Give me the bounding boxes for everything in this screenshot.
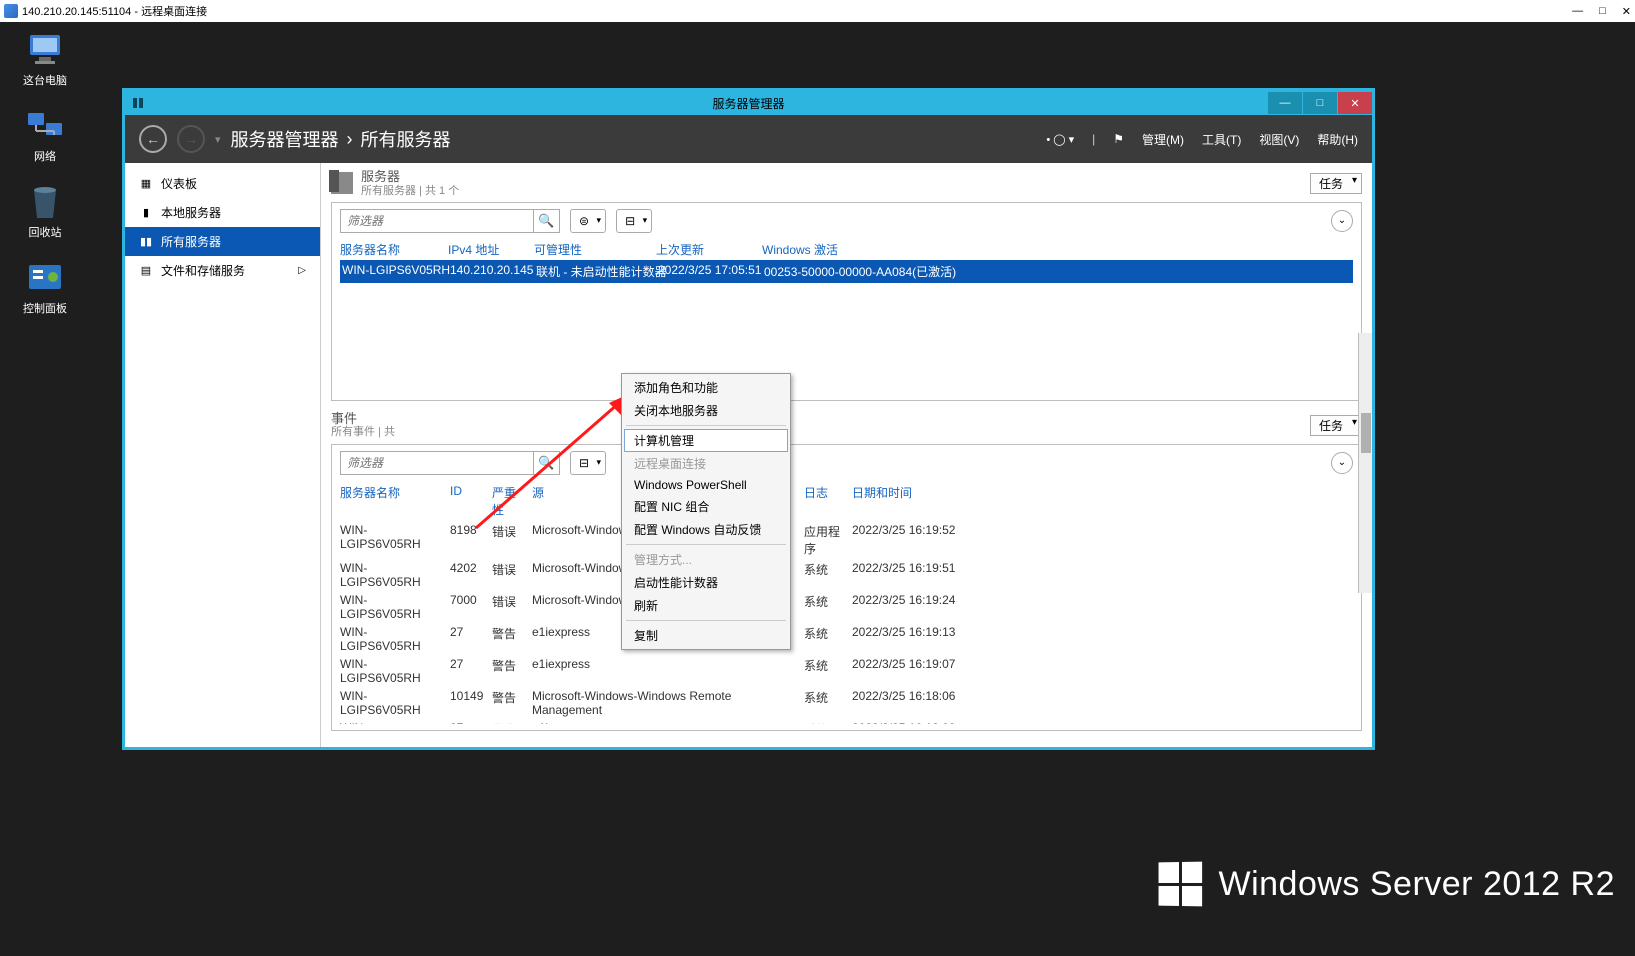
sm-maximize-button[interactable]: □ xyxy=(1303,92,1337,114)
breadcrumb-leaf[interactable]: 所有服务器 xyxy=(361,126,451,152)
cm-nic-teaming[interactable]: 配置 NIC 组合 xyxy=(624,495,788,518)
dashboard-icon: ▦ xyxy=(139,178,153,190)
search-icon[interactable]: 🔍 xyxy=(533,452,559,474)
header-activation[interactable]: Windows 激活 xyxy=(762,241,942,258)
events-save-query-button[interactable]: ⊟ xyxy=(570,451,606,475)
nav-forward-button: → xyxy=(177,125,205,153)
os-watermark: Windows Server 2012 R2 xyxy=(1158,862,1615,906)
content-scrollbar[interactable] xyxy=(1358,333,1372,593)
host-title: 140.210.20.145:51104 - 远程桌面连接 xyxy=(22,3,207,19)
servers-tasks-dropdown[interactable]: 任务 xyxy=(1310,173,1362,194)
cm-manage-as: 管理方式... xyxy=(624,548,788,571)
servers-icon: ▮▮ xyxy=(139,236,153,248)
content-area: 服务器 所有服务器 | 共 1 个 任务 🔍 ⊜ ⊟ xyxy=(321,163,1372,747)
events-section-header: 事件 所有事件 | 共 任务 xyxy=(331,411,1362,440)
host-maximize-button[interactable]: □ xyxy=(1599,5,1606,18)
events-table-headers: 服务器名称 ID 严重性 源 日志 日期和时间 xyxy=(340,481,1353,521)
event-row[interactable]: WIN-LGIPS6V05RH10149警告Microsoft-Windows-… xyxy=(340,687,1353,719)
header-ipv4[interactable]: IPv4 地址 xyxy=(448,241,534,258)
host-minimize-button[interactable]: — xyxy=(1572,5,1583,18)
host-titlebar: 140.210.20.145:51104 - 远程桌面连接 — □ ✕ xyxy=(0,0,1635,22)
servers-section-icon xyxy=(331,172,353,194)
servers-save-query-button[interactable]: ⊟ xyxy=(616,209,652,233)
header-server-name[interactable]: 服务器名称 xyxy=(340,241,448,258)
sm-minimize-button[interactable]: — xyxy=(1268,92,1302,114)
sm-header: ← → ▾ 服务器管理器 › 所有服务器 • ◯ ▾ | ⚑ 管理(M) 工具(… xyxy=(125,115,1372,163)
menu-manage[interactable]: 管理(M) xyxy=(1142,131,1184,148)
cm-separator xyxy=(626,620,786,621)
event-row[interactable]: WIN-LGIPS6V05RH27警告e1iexpress系统2022/3/25… xyxy=(340,655,1353,687)
event-row[interactable]: WIN-LGIPS6V05RH27警告e1iexpress系统2022/3/25… xyxy=(340,719,1353,724)
servers-panel: 🔍 ⊜ ⊟ ⌄ 服务器名称 IPv4 地址 可管理性 上次更新 Windows … xyxy=(331,202,1362,401)
cm-add-roles[interactable]: 添加角色和功能 xyxy=(624,376,788,399)
desktop-icon-network[interactable]: 网络 xyxy=(10,108,80,164)
event-row[interactable]: WIN-LGIPS6V05RH4202错误Microsoft-Windows-I… xyxy=(340,559,1353,591)
events-table-body: WIN-LGIPS6V05RH8198错误Microsoft-Windows-S… xyxy=(340,521,1353,724)
header-last-update[interactable]: 上次更新 xyxy=(656,241,762,258)
server-manager-icon xyxy=(131,96,145,110)
sm-close-button[interactable]: ✕ xyxy=(1338,92,1372,114)
header-manageability[interactable]: 可管理性 xyxy=(534,241,656,258)
cm-rdp: 远程桌面连接 xyxy=(624,452,788,475)
menu-help[interactable]: 帮助(H) xyxy=(1317,131,1358,148)
sm-window-title: 服务器管理器 xyxy=(712,95,784,112)
desktop-icons: 这台电脑 网络 回收站 控制面板 xyxy=(10,32,80,316)
servers-subtitle: 所有服务器 | 共 1 个 xyxy=(361,185,459,198)
event-row[interactable]: WIN-LGIPS6V05RH27警告e1iexpress系统2022/3/25… xyxy=(340,623,1353,655)
events-expand-button[interactable]: ⌄ xyxy=(1331,452,1353,474)
menu-tools[interactable]: 工具(T) xyxy=(1202,131,1241,148)
cm-shutdown[interactable]: 关闭本地服务器 xyxy=(624,399,788,422)
cm-copy[interactable]: 复制 xyxy=(624,624,788,647)
servers-expand-button[interactable]: ⌄ xyxy=(1331,210,1353,232)
servers-filter-wrap: 🔍 xyxy=(340,209,560,233)
server-manager-window: 服务器管理器 — □ ✕ ← → ▾ 服务器管理器 › 所有服务器 • ◯ ▾ … xyxy=(122,88,1375,750)
events-filter-wrap: 🔍 xyxy=(340,451,560,475)
sm-titlebar[interactable]: 服务器管理器 — □ ✕ xyxy=(125,91,1372,115)
cm-refresh[interactable]: 刷新 xyxy=(624,594,788,617)
servers-table-headers: 服务器名称 IPv4 地址 可管理性 上次更新 Windows 激活 xyxy=(340,239,1353,260)
rdp-app-icon xyxy=(4,4,18,18)
nav-dropdown-icon[interactable]: ▾ xyxy=(215,133,221,146)
sidebar: ▦ 仪表板 ▮ 本地服务器 ▮▮ 所有服务器 ▤ 文件和存储服务 ▷ xyxy=(125,163,321,747)
events-tasks-dropdown[interactable]: 任务 xyxy=(1310,415,1362,436)
chevron-right-icon: ▷ xyxy=(298,265,306,276)
sidebar-item-file-storage[interactable]: ▤ 文件和存储服务 ▷ xyxy=(125,256,320,285)
sidebar-item-dashboard[interactable]: ▦ 仪表板 xyxy=(125,169,320,198)
servers-filter-options-button[interactable]: ⊜ xyxy=(570,209,606,233)
breadcrumb-root[interactable]: 服务器管理器 xyxy=(231,126,339,152)
desktop-icon-control-panel[interactable]: 控制面板 xyxy=(10,260,80,316)
sidebar-item-all-servers[interactable]: ▮▮ 所有服务器 xyxy=(125,227,320,256)
cm-windows-feedback[interactable]: 配置 Windows 自动反馈 xyxy=(624,518,788,541)
cm-powershell[interactable]: Windows PowerShell xyxy=(624,475,788,495)
cm-separator xyxy=(626,544,786,545)
events-subtitle: 所有事件 | 共 xyxy=(331,426,395,439)
menu-view[interactable]: 视图(V) xyxy=(1259,131,1299,148)
servers-filter-input[interactable] xyxy=(341,214,533,228)
events-panel: 🔍 ⊟ ⌄ 服务器名称 ID 严重性 源 日志 日期和时间 WIN-LGIPS6… xyxy=(331,444,1362,731)
remote-desktop: 这台电脑 网络 回收站 控制面板 服务器管理器 — □ ✕ xyxy=(0,22,1635,956)
search-icon[interactable]: 🔍 xyxy=(533,210,559,232)
desktop-icon-computer[interactable]: 这台电脑 xyxy=(10,32,80,88)
server-row[interactable]: WIN-LGIPS6V05RH 140.210.20.145 联机 - 未启动性… xyxy=(340,260,1353,283)
events-filter-input[interactable] xyxy=(341,456,533,470)
sidebar-item-local-server[interactable]: ▮ 本地服务器 xyxy=(125,198,320,227)
cm-computer-management[interactable]: 计算机管理 xyxy=(624,429,788,452)
event-row[interactable]: WIN-LGIPS6V05RH8198错误Microsoft-Windows-S… xyxy=(340,521,1353,559)
events-title: 事件 xyxy=(331,411,395,427)
cm-start-perf-counters[interactable]: 启动性能计数器 xyxy=(624,571,788,594)
storage-icon: ▤ xyxy=(139,265,153,277)
event-row[interactable]: WIN-LGIPS6V05RH7000错误Microsoft-Windows-S… xyxy=(340,591,1353,623)
desktop-icon-recycle-bin[interactable]: 回收站 xyxy=(10,184,80,240)
flag-icon[interactable]: ⚑ xyxy=(1113,132,1124,146)
nav-back-button[interactable]: ← xyxy=(139,125,167,153)
cm-separator xyxy=(626,425,786,426)
server-icon: ▮ xyxy=(139,207,153,219)
windows-logo-icon xyxy=(1159,862,1203,907)
breadcrumb: 服务器管理器 › 所有服务器 xyxy=(231,126,451,152)
server-context-menu: 添加角色和功能 关闭本地服务器 计算机管理 远程桌面连接 Windows Pow… xyxy=(621,373,791,650)
refresh-dropdown-icon[interactable]: • ◯ ▾ xyxy=(1046,133,1074,146)
servers-section-header: 服务器 所有服务器 | 共 1 个 任务 xyxy=(331,169,1362,198)
servers-title: 服务器 xyxy=(361,169,459,185)
host-close-button[interactable]: ✕ xyxy=(1622,5,1631,18)
